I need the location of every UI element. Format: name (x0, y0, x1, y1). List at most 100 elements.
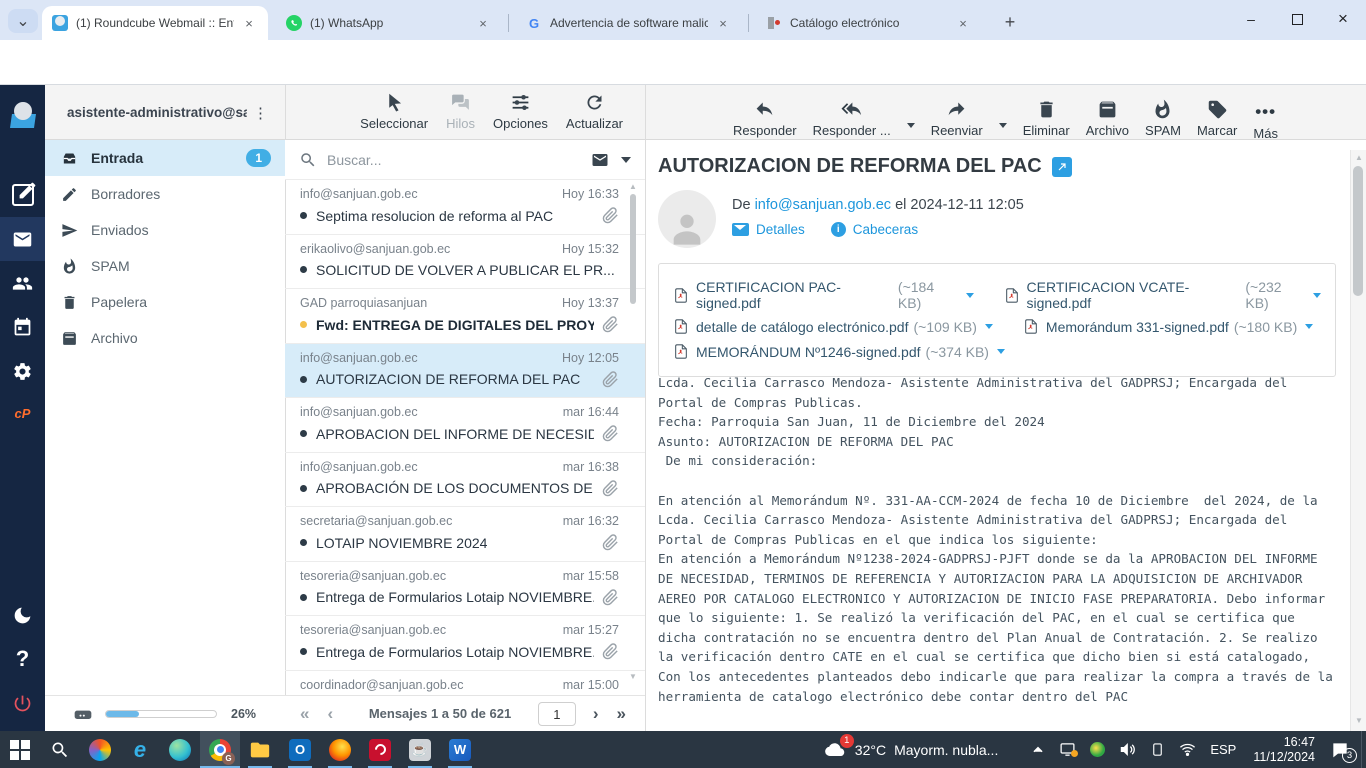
tray-cast-icon[interactable] (1059, 741, 1076, 758)
delete-button[interactable]: Eliminar (1023, 92, 1070, 138)
folder-papelera[interactable]: Papelera (45, 284, 285, 320)
tab-advertencia[interactable]: G Advertencia de software malic × (516, 6, 742, 40)
mail-nav-icon[interactable] (0, 217, 45, 261)
tray-device-icon[interactable] (1150, 742, 1165, 757)
page-number-input[interactable]: 1 (538, 702, 576, 726)
dark-mode-icon[interactable] (0, 593, 45, 637)
folder-borradores[interactable]: Borradores (45, 176, 285, 212)
attachment-menu-caret-icon[interactable] (997, 349, 1005, 354)
tab-catalogo[interactable]: Catálogo electrónico × (756, 6, 982, 40)
message-row[interactable]: info@sanjuan.gob.ecmar 16:44 APROBACION … (285, 398, 645, 453)
options-button[interactable]: Opciones (493, 85, 548, 131)
attachment-chip[interactable]: detalle de catálogo electrónico.pdf(~109… (673, 317, 993, 336)
open-in-new-window-icon[interactable] (1052, 157, 1072, 177)
last-page-button[interactable]: » (608, 704, 635, 724)
compose-icon[interactable] (0, 173, 45, 217)
spam-button[interactable]: SPAM (1145, 92, 1181, 138)
headers-toggle[interactable]: iCabeceras (831, 222, 918, 237)
language-indicator[interactable]: ESP (1210, 742, 1236, 757)
reply-all-button[interactable]: Responder ... (813, 92, 891, 138)
account-menu-icon[interactable]: ⋮ (253, 104, 268, 122)
message-row[interactable]: info@sanjuan.gob.ecHoy 16:33 Septima res… (285, 180, 645, 235)
tab-roundcube[interactable]: (1) Roundcube Webmail :: Entra × (42, 6, 268, 40)
internet-explorer-icon[interactable]: e (120, 731, 160, 768)
folder-spam[interactable]: SPAM (45, 248, 285, 284)
start-button[interactable] (0, 731, 40, 768)
new-tab-button[interactable]: + (996, 8, 1024, 36)
word-icon[interactable]: W (440, 731, 480, 768)
select-button[interactable]: Seleccionar (360, 85, 428, 131)
window-minimize-button[interactable]: – (1228, 0, 1274, 38)
tab-close-icon[interactable]: × (240, 14, 258, 32)
tab-list-chevron-icon[interactable]: ⌄ (8, 9, 38, 33)
tab-close-icon[interactable]: × (954, 14, 972, 32)
attachment-chip[interactable]: Memorándum 331-signed.pdf(~180 KB) (1023, 317, 1313, 336)
tray-wifi-icon[interactable] (1179, 741, 1196, 758)
show-desktop-strip[interactable] (1361, 731, 1366, 768)
message-row[interactable]: GAD parroquiasanjuanHoy 13:37 Fwd: ENTRE… (285, 289, 645, 344)
next-page-button[interactable]: › (584, 704, 608, 724)
logout-icon[interactable] (0, 681, 45, 725)
attachment-menu-caret-icon[interactable] (1313, 293, 1321, 298)
message-row[interactable]: info@sanjuan.gob.ecmar 16:38 APROBACIÓN … (285, 453, 645, 508)
message-row-selected[interactable]: info@sanjuan.gob.ecHoy 12:05 AUTORIZACIO… (285, 344, 645, 399)
sender-email-link[interactable]: info@sanjuan.gob.ec (755, 197, 891, 213)
search-input[interactable] (327, 152, 591, 168)
taskbar-clock[interactable]: 16:47 11/12/2024 (1253, 735, 1315, 765)
message-row[interactable]: tesoreria@sanjuan.gob.ecmar 15:58 Entreg… (285, 562, 645, 617)
edge-icon[interactable] (160, 731, 200, 768)
app-icon-generic[interactable]: ☕ (400, 731, 440, 768)
settings-nav-icon[interactable] (0, 349, 45, 393)
notification-center-icon[interactable]: 3 (1325, 731, 1355, 768)
threads-button[interactable]: Hilos (446, 85, 475, 131)
acrobat-icon[interactable] (360, 731, 400, 768)
weather-widget[interactable]: 1 32°C Mayorm. nubla... (823, 739, 999, 761)
contacts-nav-icon[interactable] (0, 261, 45, 305)
tab-close-icon[interactable]: × (474, 14, 492, 32)
archive-button[interactable]: Archivo (1086, 92, 1129, 138)
outlook-icon[interactable]: O (280, 731, 320, 768)
message-row[interactable]: secretaria@sanjuan.gob.ecmar 16:32 LOTAI… (285, 507, 645, 562)
tray-expand-chevron-icon[interactable] (1031, 743, 1045, 757)
attachment-menu-caret-icon[interactable] (1305, 324, 1313, 329)
refresh-button[interactable]: Actualizar (566, 85, 623, 131)
attachment-menu-caret-icon[interactable] (985, 324, 993, 329)
tab-close-icon[interactable]: × (714, 14, 732, 32)
window-close-button[interactable]: × (1320, 0, 1366, 38)
attachment-chip[interactable]: CERTIFICACION VCATE-signed.pdf(~232 KB) (1004, 279, 1321, 311)
tray-antivirus-icon[interactable] (1090, 742, 1105, 757)
forward-button[interactable]: Reenviar (931, 92, 983, 138)
account-header[interactable]: asistente-administrativo@sa... ⋮ (45, 85, 285, 140)
tab-whatsapp[interactable]: (1) WhatsApp × (276, 6, 502, 40)
more-button[interactable]: •••Más (1253, 92, 1278, 141)
search-scope-mail-icon[interactable] (591, 151, 609, 169)
attachment-menu-caret-icon[interactable] (966, 293, 974, 298)
mark-button[interactable]: Marcar (1197, 92, 1237, 138)
first-page-button[interactable]: « (291, 704, 318, 724)
search-options-chevron-icon[interactable] (621, 157, 631, 163)
cpanel-logo[interactable]: cP (0, 391, 45, 435)
copilot-icon[interactable] (80, 731, 120, 768)
tray-volume-icon[interactable] (1119, 741, 1136, 758)
firefox-icon[interactable] (320, 731, 360, 768)
reply-button[interactable]: Responder (733, 92, 797, 138)
forward-caret-icon[interactable] (999, 123, 1007, 128)
message-row[interactable]: erikaolivo@sanjuan.gob.ecHoy 15:32 SOLIC… (285, 235, 645, 290)
attachment-chip[interactable]: MEMORÁNDUM Nº1246-signed.pdf(~374 KB) (673, 342, 1005, 361)
prev-page-button[interactable]: ‹ (318, 704, 342, 724)
list-scrollbar[interactable]: ▲ ▼ (629, 182, 637, 382)
folder-archivo[interactable]: Archivo (45, 320, 285, 356)
help-icon[interactable]: ? (0, 637, 45, 681)
calendar-nav-icon[interactable] (0, 305, 45, 349)
message-row[interactable]: coordinador@sanjuan.gob.ecmar 15:00 (285, 671, 645, 696)
chrome-icon[interactable]: G (200, 731, 240, 768)
attachment-chip[interactable]: CERTIFICACION PAC-signed.pdf(~184 KB) (673, 279, 974, 311)
file-explorer-icon[interactable] (240, 731, 280, 768)
details-toggle[interactable]: Detalles (732, 222, 805, 237)
message-row[interactable]: tesoreria@sanjuan.gob.ecmar 15:27 Entreg… (285, 616, 645, 671)
reply-all-caret-icon[interactable] (907, 123, 915, 128)
taskbar-search-icon[interactable] (40, 731, 80, 768)
window-restore-button[interactable] (1274, 0, 1320, 38)
folder-enviados[interactable]: Enviados (45, 212, 285, 248)
folder-entrada[interactable]: Entrada1 (45, 140, 285, 176)
